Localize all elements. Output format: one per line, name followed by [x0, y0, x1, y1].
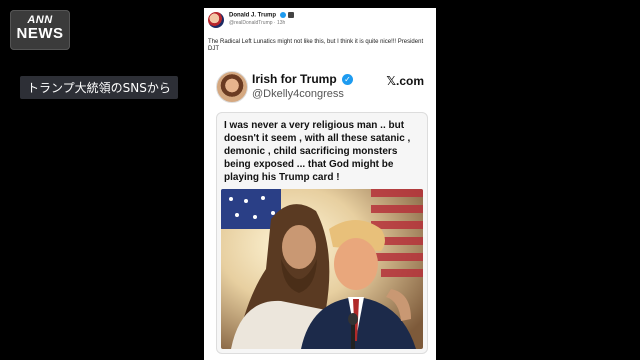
author-handle: @realDonaldTrump · 13h — [229, 20, 286, 26]
author-avatar[interactable] — [208, 12, 224, 28]
social-post: Donald J. Trump @realDonaldTrump · 13h T… — [204, 8, 436, 360]
post-text: The Radical Left Lunatics might not like… — [208, 39, 424, 52]
embedded-author-name-row: Irish for Trump ✓ — [252, 72, 354, 86]
x-logo-icon: 𝕏.com — [386, 74, 424, 88]
verified-badge-icon: ✓ — [342, 74, 354, 86]
embedded-quote-card: I was never a very religious man .. but … — [216, 112, 428, 354]
embedded-author-avatar — [216, 71, 248, 103]
verified-badge-icon — [279, 12, 286, 18]
author-name-row[interactable]: Donald J. Trump — [229, 12, 295, 19]
embedded-artwork-image — [221, 189, 423, 349]
ann-news-logo: ANN NEWS — [10, 10, 70, 50]
government-badge-icon — [288, 12, 295, 18]
embedded-post-image[interactable]: Irish for Trump ✓ @Dkelly4congress 𝕏.com… — [210, 66, 432, 360]
embedded-author-name: Irish for Trump — [252, 72, 337, 86]
embedded-author-handle: @Dkelly4congress — [252, 88, 344, 100]
author-name[interactable]: Donald J. Trump — [229, 13, 276, 19]
news-caption: トランプ大統領のSNSから — [20, 76, 178, 99]
embedded-quote-text: I was never a very religious man .. but … — [224, 120, 411, 183]
post-header: Donald J. Trump @realDonaldTrump · 13h — [204, 8, 436, 32]
logo-bottom-text: NEWS — [16, 25, 64, 42]
